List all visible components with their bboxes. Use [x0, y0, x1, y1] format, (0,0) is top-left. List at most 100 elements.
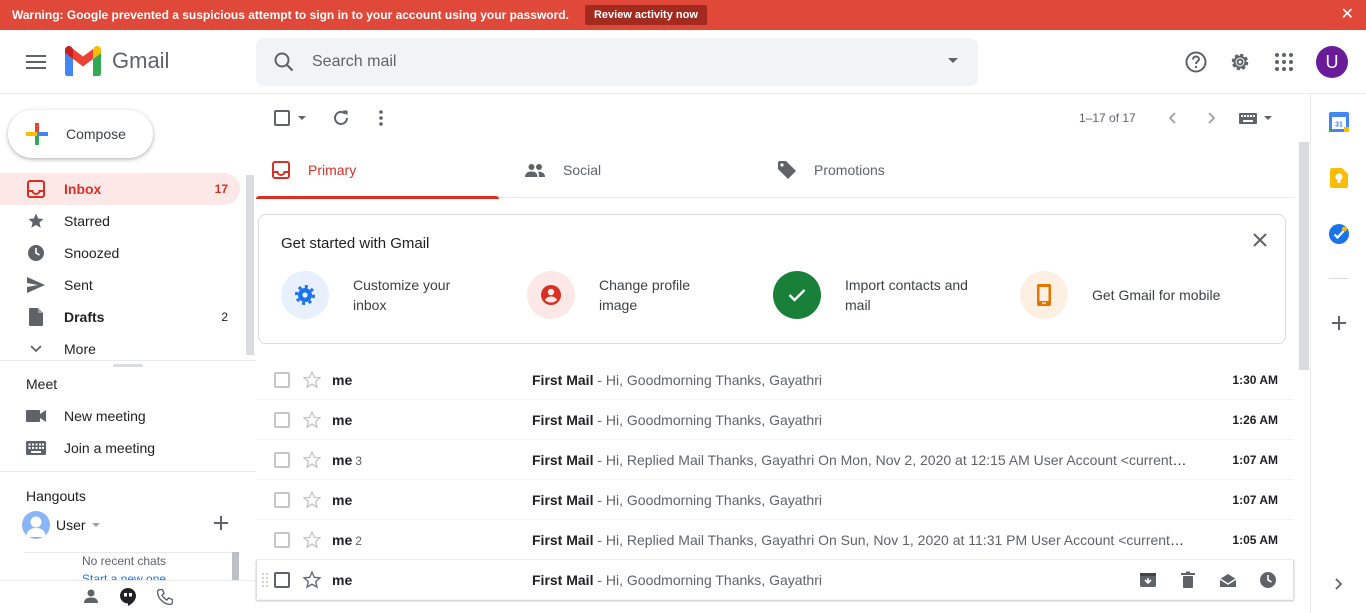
table-row[interactable]: me First Mail - Hi, Goodmorning Thanks, … [256, 560, 1294, 600]
email-time: 1:26 AM [1232, 413, 1278, 427]
row-checkbox[interactable] [274, 492, 290, 508]
get-started-label: Import contacts and mail [845, 277, 968, 313]
compose-button[interactable]: Compose [8, 110, 153, 158]
sidebar-item-sent[interactable]: Sent [0, 269, 240, 301]
no-recent-chats-text: No recent chats [82, 554, 167, 568]
help-icon[interactable] [1176, 42, 1216, 82]
star-icon[interactable] [302, 530, 322, 550]
star-icon[interactable] [302, 490, 322, 510]
input-tools-dropdown-icon[interactable] [1264, 116, 1272, 120]
main-scrollbar[interactable] [1299, 142, 1309, 370]
calendar-icon[interactable]: 31 [1329, 112, 1349, 132]
snooze-icon[interactable] [1258, 570, 1278, 590]
email-subject: First Mail - Hi, Replied Mail Thanks, Ga… [532, 532, 1192, 548]
more-vert-icon[interactable] [379, 110, 383, 126]
review-activity-button[interactable]: Review activity now [584, 5, 707, 25]
pagination-text: 1–17 of 17 [1079, 111, 1136, 125]
unread-count: 17 [214, 182, 228, 196]
input-tools-icon[interactable] [1239, 113, 1257, 124]
email-list: me First Mail - Hi, Goodmorning Thanks, … [256, 360, 1294, 600]
chats-scrollbar[interactable] [232, 552, 239, 580]
refresh-icon[interactable] [332, 109, 350, 127]
tab-promotions[interactable]: Promotions [762, 142, 1005, 198]
star-icon[interactable] [302, 410, 322, 430]
sidebar-item-snoozed[interactable]: Snoozed [0, 237, 240, 269]
table-row[interactable]: me 3 First Mail - Hi, Replied Mail Thanks… [256, 440, 1294, 480]
search-bar[interactable] [256, 38, 978, 86]
hangouts-user[interactable]: User [22, 511, 100, 539]
gear-icon[interactable] [1220, 42, 1260, 82]
people-icon [525, 163, 545, 177]
chevron-left-icon[interactable] [1168, 112, 1176, 124]
chevron-right-icon[interactable] [1208, 112, 1216, 124]
side-panel: 31 [1310, 94, 1366, 613]
change-profile-image-item[interactable]: Change profile image [527, 271, 729, 319]
row-checkbox[interactable] [274, 572, 290, 588]
sidebar-item-drafts[interactable]: Drafts 2 [0, 301, 240, 333]
meet-heading: Meet [26, 376, 58, 392]
person-icon[interactable] [84, 589, 98, 603]
add-addon-icon[interactable] [1332, 316, 1346, 330]
customize-inbox-item[interactable]: Customize your inbox [281, 271, 483, 319]
row-checkbox[interactable] [274, 372, 290, 388]
email-sender: me 3 [332, 452, 362, 468]
select-all-checkbox[interactable] [274, 110, 290, 126]
get-gmail-mobile-item[interactable]: Get Gmail for mobile [1020, 271, 1222, 319]
archive-icon[interactable] [1138, 570, 1158, 590]
table-row[interactable]: me First Mail - Hi, Goodmorning Thanks, … [256, 400, 1294, 440]
sidebar-nav: Inbox 17 Starred Snoozed Sent Drafts 2 M… [0, 173, 240, 365]
table-row[interactable]: me First Mail - Hi, Goodmorning Thanks, … [256, 360, 1294, 400]
email-snippet: - Hi, Goodmorning Thanks, Gayathri [593, 372, 822, 388]
table-row[interactable]: me 2 First Mail - Hi, Replied Mail Thanks… [256, 520, 1294, 560]
select-dropdown-icon[interactable] [298, 116, 306, 120]
inbox-icon [272, 161, 290, 179]
svg-text:31: 31 [1335, 122, 1343, 129]
search-input[interactable] [312, 50, 912, 74]
phone-call-icon[interactable] [157, 589, 173, 605]
star-icon[interactable] [302, 450, 322, 470]
import-contacts-item[interactable]: Import contacts and mail [773, 271, 975, 319]
tab-primary[interactable]: Primary [256, 142, 499, 199]
tasks-icon[interactable] [1329, 224, 1349, 244]
email-subject: First Mail - Hi, Goodmorning Thanks, Gay… [532, 372, 822, 388]
tab-label: Primary [308, 162, 357, 178]
row-checkbox[interactable] [274, 532, 290, 548]
menu-icon[interactable] [16, 42, 56, 82]
drag-handle-icon[interactable] [262, 572, 268, 588]
warning-bar: Warning: Google prevented a suspicious a… [0, 0, 1366, 30]
tab-label: Social [563, 162, 602, 178]
sidebar-item-starred[interactable]: Starred [0, 205, 240, 237]
search-options-icon[interactable] [948, 58, 958, 63]
close-warning-icon[interactable]: ✕ [1341, 7, 1354, 23]
new-meeting-link[interactable]: New meeting [26, 400, 146, 432]
mark-read-icon[interactable] [1218, 570, 1238, 590]
draft-count: 2 [221, 310, 228, 324]
email-subject: First Mail - Hi, Replied Mail Thanks, Ga… [532, 452, 1192, 468]
delete-icon[interactable] [1178, 570, 1198, 590]
keep-icon[interactable] [1330, 168, 1348, 188]
gmail-logo[interactable]: Gmail [64, 46, 169, 76]
user-avatar-icon [22, 511, 50, 539]
row-checkbox[interactable] [274, 412, 290, 428]
new-meeting-label: New meeting [64, 408, 146, 424]
tab-social[interactable]: Social [509, 142, 752, 198]
close-icon[interactable] [1253, 233, 1267, 247]
sidebar-item-inbox[interactable]: Inbox 17 [0, 173, 240, 205]
star-icon[interactable] [302, 370, 322, 390]
hangouts-icon[interactable] [120, 588, 136, 606]
star-icon[interactable] [302, 570, 322, 590]
avatar[interactable]: U [1316, 46, 1348, 78]
resize-handle[interactable] [113, 364, 143, 367]
row-checkbox[interactable] [274, 452, 290, 468]
clock-icon [26, 243, 46, 263]
search-icon[interactable] [272, 50, 296, 74]
table-row[interactable]: me First Mail - Hi, Goodmorning Thanks, … [256, 480, 1294, 520]
add-chat-icon[interactable] [214, 516, 228, 530]
chevron-right-icon[interactable] [1335, 578, 1343, 590]
email-snippet: - Hi, Goodmorning Thanks, Gayathri [593, 492, 822, 508]
email-sender: me [332, 572, 353, 588]
sidebar-scrollbar[interactable] [246, 175, 254, 355]
join-meeting-link[interactable]: Join a meeting [26, 432, 155, 464]
apps-icon[interactable] [1264, 42, 1304, 82]
email-subject: First Mail - Hi, Goodmorning Thanks, Gay… [532, 412, 822, 428]
